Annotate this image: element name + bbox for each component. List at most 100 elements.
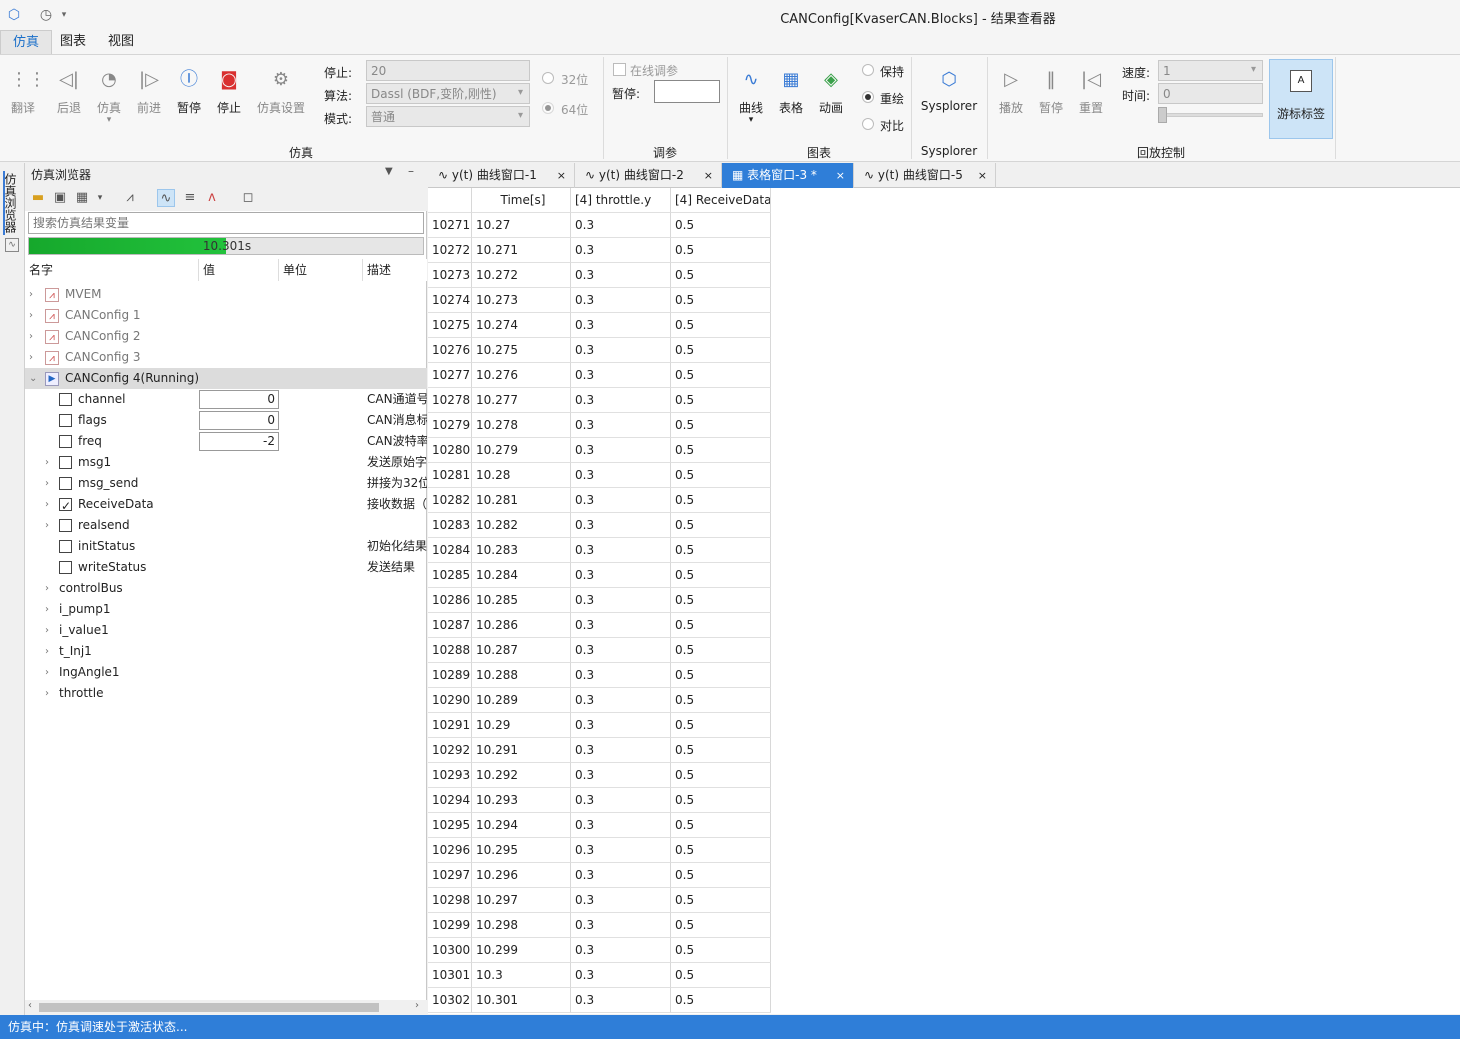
curve-mode-icon[interactable]: ∿	[157, 189, 175, 207]
pause-button[interactable]: Ⓘ 暂停	[169, 63, 209, 123]
time-input[interactable]: 0	[1158, 83, 1263, 104]
mode-select[interactable]: 普通 ▾	[366, 106, 530, 127]
tree-model-row[interactable]: › ⩘ CANConfig 2	[25, 326, 427, 347]
table-row-number[interactable]: 10301	[428, 963, 472, 988]
doc-tab[interactable]: ∿ y(t) 曲线窗口-1 ×	[428, 163, 575, 188]
var-checkbox[interactable]	[59, 496, 72, 517]
close-icon[interactable]: ×	[704, 163, 713, 188]
table-row-number[interactable]: 10282	[428, 488, 472, 513]
table-row-number[interactable]: 10271	[428, 213, 472, 238]
tree-model-row[interactable]: › ⩘ MVEM	[25, 284, 427, 305]
table-row-number[interactable]: 10293	[428, 763, 472, 788]
panel-minimize-icon[interactable]: –	[408, 164, 414, 178]
panel-menu-icon[interactable]: ▼	[385, 166, 393, 177]
playback-reset-button[interactable]: |◁ 重置	[1071, 63, 1111, 123]
table-row-number[interactable]: 10288	[428, 638, 472, 663]
cursor-label-button[interactable]: A 游标标签	[1269, 59, 1333, 139]
step-back-button[interactable]: ◁| 后退	[49, 63, 89, 123]
tab-view[interactable]: 视图	[96, 30, 146, 54]
var-checkbox[interactable]	[59, 414, 72, 427]
table-row-number[interactable]: 10287	[428, 613, 472, 638]
wave-icon[interactable]: ʌ	[203, 189, 221, 207]
var-checkbox[interactable]	[59, 435, 72, 448]
curve-button[interactable]: ∿ 曲线 ▾	[731, 63, 771, 125]
chart-tab-icon[interactable]: ∿	[5, 238, 19, 252]
horizontal-scrollbar[interactable]: ‹ ›	[25, 1000, 427, 1015]
table-row-number[interactable]: 10278	[428, 388, 472, 413]
var-value[interactable]: 0	[199, 390, 279, 409]
table-row-number[interactable]: 10284	[428, 538, 472, 563]
search-input[interactable]	[28, 212, 424, 234]
simulate-button[interactable]: ◔ 仿真 ▾	[89, 63, 129, 125]
table-row-number[interactable]: 10277	[428, 363, 472, 388]
tree-var-row[interactable]: › realsend	[25, 515, 427, 536]
table-row-number[interactable]: 10272	[428, 238, 472, 263]
table-row-number[interactable]: 10298	[428, 888, 472, 913]
var-value[interactable]: 0	[199, 411, 279, 430]
doc-tab[interactable]: ∿ y(t) 曲线窗口-2 ×	[575, 163, 722, 188]
close-icon[interactable]: ×	[557, 163, 566, 188]
tree-model-row[interactable]: › ⩘ CANConfig 1	[25, 305, 427, 326]
table-column-header[interactable]: [4] ReceiveData[	[671, 188, 771, 213]
scroll-right-icon[interactable]: ›	[415, 1000, 419, 1011]
tree-var-row[interactable]: channel 0 CAN通道号	[25, 389, 427, 410]
sim-settings-button[interactable]: ⚙ 仿真设置	[253, 63, 309, 123]
var-checkbox[interactable]	[59, 540, 72, 553]
tree-model-row[interactable]: ⌄ ▶ CANConfig 4(Running)	[25, 368, 427, 389]
chevron-right-icon[interactable]: ›	[29, 284, 33, 305]
table-row-number[interactable]: 10275	[428, 313, 472, 338]
open-folder-icon[interactable]: ▬	[29, 189, 47, 207]
tree-var-row[interactable]: flags 0 CAN消息标	[25, 410, 427, 431]
curve-dropdown-icon[interactable]: ▾	[731, 116, 771, 125]
table-row-number[interactable]: 10292	[428, 738, 472, 763]
simulate-dropdown-icon[interactable]: ▾	[89, 116, 129, 125]
chevron-down-icon[interactable]: ⌄	[29, 368, 37, 389]
filter-lines-icon[interactable]: ≡	[181, 189, 199, 207]
table-column-header[interactable]: [4] throttle.y	[571, 188, 671, 213]
chevron-right-icon[interactable]: ›	[45, 578, 49, 599]
side-tab-sim-browser[interactable]: 仿真浏览器	[3, 171, 21, 235]
online-tune-checkbox[interactable]	[613, 63, 626, 76]
close-icon[interactable]: ×	[836, 163, 845, 188]
tree-model-row[interactable]: › ⩘ CANConfig 3	[25, 347, 427, 368]
animation-button[interactable]: ◈ 动画	[811, 63, 851, 123]
playback-slider[interactable]	[1158, 113, 1263, 117]
table-row-number[interactable]: 10297	[428, 863, 472, 888]
radio-redraw[interactable]	[862, 91, 874, 103]
chevron-right-icon[interactable]: ›	[45, 662, 49, 683]
close-icon[interactable]: ×	[978, 163, 987, 188]
table-row-number[interactable]: 10294	[428, 788, 472, 813]
table-button[interactable]: ▦ 表格	[771, 63, 811, 123]
radio-64bit[interactable]	[542, 102, 554, 114]
tree-var-row[interactable]: initStatus 初始化结果	[25, 536, 427, 557]
tree-var-row[interactable]: › msg_send 拼接为32位	[25, 473, 427, 494]
chevron-right-icon[interactable]: ›	[45, 452, 49, 473]
table-row-number[interactable]: 10280	[428, 438, 472, 463]
stop-button[interactable]: ◙ 停止	[209, 63, 249, 123]
save-icon[interactable]: ▣	[51, 189, 69, 207]
table-column-header[interactable]: Time[s]	[472, 188, 571, 213]
tree-group-row[interactable]: › i_pump1	[25, 599, 427, 620]
tree-var-row[interactable]: writeStatus 发送结果	[25, 557, 427, 578]
algorithm-select[interactable]: Dassl (BDF,变阶,刚性) ▾	[366, 83, 530, 104]
chevron-right-icon[interactable]: ›	[45, 599, 49, 620]
tab-simulation[interactable]: 仿真	[0, 30, 53, 54]
chevron-right-icon[interactable]: ›	[45, 494, 49, 515]
radio-compare[interactable]	[862, 118, 874, 130]
chevron-right-icon[interactable]: ›	[45, 683, 49, 704]
translate-button[interactable]: ⋮⋮ 翻译	[3, 63, 46, 123]
var-checkbox[interactable]	[59, 519, 72, 532]
tree-group-row[interactable]: › IngAngle1	[25, 662, 427, 683]
tree-group-row[interactable]: › t_Inj1	[25, 641, 427, 662]
tree-group-row[interactable]: › i_value1	[25, 620, 427, 641]
chevron-right-icon[interactable]: ›	[45, 515, 49, 536]
radio-keep[interactable]	[862, 64, 874, 76]
column-header-name[interactable]: 名字	[25, 259, 199, 281]
tree-var-row[interactable]: › msg1 发送原始字	[25, 452, 427, 473]
column-header-unit[interactable]: 单位	[279, 259, 363, 281]
radio-32bit[interactable]	[542, 72, 554, 84]
var-checkbox[interactable]	[59, 477, 72, 490]
var-checkbox[interactable]	[59, 393, 72, 406]
table-row-number[interactable]: 10302	[428, 988, 472, 1013]
table-row-number[interactable]: 10281	[428, 463, 472, 488]
